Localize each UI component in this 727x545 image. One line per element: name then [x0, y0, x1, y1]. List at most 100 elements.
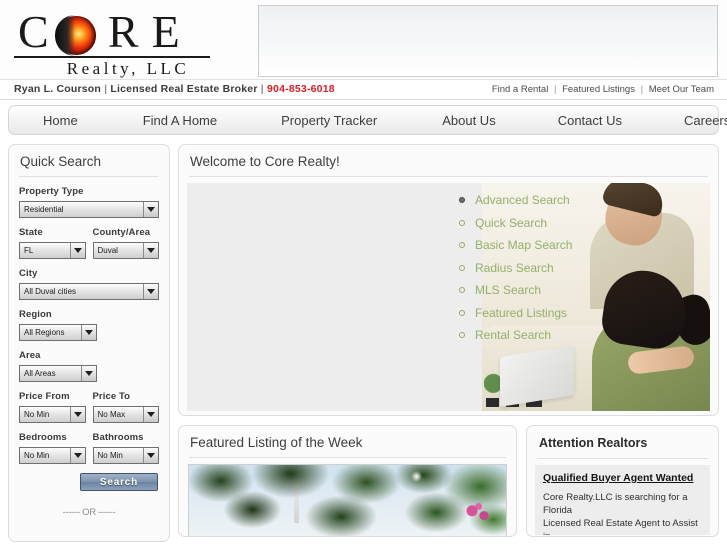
util-link-find-a-rental[interactable]: Find a Rental [489, 84, 552, 95]
field-row-rooms: Bedrooms No Min Bathrooms No Min [19, 432, 159, 464]
select-state[interactable]: FL [19, 242, 86, 259]
search-link-item[interactable]: MLS Search [459, 283, 572, 297]
link-advanced-search[interactable]: Advanced Search [475, 193, 570, 207]
attention-realtors-title: Attention Realtors [539, 436, 648, 450]
main-column: Welcome to Core Realty! Advanced Search … [178, 144, 719, 542]
select-county[interactable]: Duval [92, 242, 159, 259]
chevron-down-icon[interactable] [81, 325, 96, 340]
util-separator-1: | [553, 84, 557, 95]
select-bedrooms[interactable]: No Min [19, 447, 86, 464]
select-bathrooms[interactable]: No Min [92, 447, 159, 464]
field-area: Area All Areas [19, 350, 159, 382]
label-region: Region [19, 309, 52, 320]
bullet-icon [459, 309, 465, 316]
search-link-item[interactable]: Rental Search [459, 328, 572, 342]
select-price-to-value: No Max [97, 410, 126, 419]
label-bathrooms: Bathrooms [92, 432, 144, 443]
featured-listing-photo[interactable] [188, 464, 507, 536]
hero-person-woman [582, 265, 710, 411]
search-link-item[interactable]: Radius Search [459, 261, 572, 275]
link-basic-map-search[interactable]: Basic Map Search [475, 238, 572, 252]
chevron-down-icon[interactable] [69, 448, 85, 463]
link-quick-search[interactable]: Quick Search [475, 216, 547, 230]
link-radius-search[interactable]: Radius Search [475, 261, 554, 275]
select-price-from[interactable]: No Min [19, 406, 86, 423]
logo-subtitle: Realty, LLC [66, 59, 190, 78]
site-logo[interactable]: CORE Realty, LLC [14, 6, 214, 82]
field-row-state-county: State FL County/Area Duval [19, 227, 159, 259]
search-link-item[interactable]: Basic Map Search [459, 238, 572, 252]
select-area[interactable]: All Areas [19, 365, 97, 382]
select-bedrooms-value: No Min [24, 451, 50, 460]
broker-separator-1: | [104, 83, 108, 95]
logo-letter-e: E [151, 6, 193, 57]
chevron-down-icon[interactable] [81, 366, 96, 381]
featured-photo-sunspot [410, 470, 422, 482]
field-county: County/Area Duval [92, 227, 159, 259]
nav-item-about-us[interactable]: About Us [436, 113, 501, 128]
bullet-icon [459, 197, 465, 203]
realtors-body-line-1: Core Realty.LLC is searching for a Flori… [543, 492, 688, 516]
broker-bar: Ryan L. Courson | Licensed Real Estate B… [0, 80, 727, 100]
chevron-down-icon[interactable] [143, 243, 158, 258]
search-link-item[interactable]: Quick Search [459, 216, 572, 230]
search-button-row: Search [19, 473, 159, 491]
link-featured-listings[interactable]: Featured Listings [475, 306, 567, 320]
chevron-down-icon[interactable] [143, 448, 158, 463]
select-region[interactable]: All Regions [19, 324, 97, 341]
label-bedrooms: Bedrooms [19, 432, 67, 443]
broker-separator-2: | [260, 83, 264, 95]
or-divider: ------ OR ------ [62, 507, 116, 518]
link-rental-search[interactable]: Rental Search [475, 328, 551, 342]
nav-item-careers[interactable]: Careers [678, 113, 727, 128]
search-button[interactable]: Search [80, 473, 158, 491]
label-property-type: Property Type [19, 186, 84, 197]
select-price-from-value: No Min [24, 410, 50, 419]
label-county: County/Area [92, 227, 151, 238]
broker-info: Ryan L. Courson | Licensed Real Estate B… [14, 83, 335, 95]
chevron-down-icon[interactable] [143, 202, 158, 217]
util-separator-2: | [640, 84, 644, 95]
featured-photo-canopy [189, 465, 506, 536]
select-price-to[interactable]: No Max [92, 406, 159, 423]
broker-phone[interactable]: 904-853-6018 [267, 83, 335, 95]
nav-item-find-a-home[interactable]: Find A Home [137, 113, 223, 128]
nav-item-contact-us[interactable]: Contact Us [552, 113, 628, 128]
realtors-divider [537, 458, 708, 459]
bullet-icon [459, 219, 465, 226]
bullet-icon [459, 332, 465, 338]
select-county-value: Duval [97, 246, 118, 255]
util-link-meet-our-team[interactable]: Meet Our Team [646, 84, 717, 95]
welcome-title: Welcome to Core Realty! [190, 154, 340, 169]
search-link-item[interactable]: Advanced Search [459, 193, 572, 207]
select-city[interactable]: All Duval cities [19, 283, 159, 300]
utility-links: Find a Rental | Featured Listings | Meet… [489, 84, 717, 95]
attention-realtors-body: Qualified Buyer Agent Wanted Core Realty… [535, 465, 710, 535]
nav-item-property-tracker[interactable]: Property Tracker [275, 113, 383, 128]
featured-listing-panel: Featured Listing of the Week [178, 425, 517, 537]
bullet-icon [459, 287, 465, 293]
qualified-buyer-agent-heading[interactable]: Qualified Buyer Agent Wanted [543, 472, 702, 484]
field-region: Region All Regions [19, 309, 159, 341]
logo-letter-r: R [107, 6, 152, 57]
util-link-featured-listings[interactable]: Featured Listings [559, 84, 638, 95]
field-bedrooms: Bedrooms No Min [19, 432, 86, 464]
select-bathrooms-value: No Min [97, 451, 123, 460]
quick-search-title: Quick Search [20, 154, 102, 169]
chevron-down-icon[interactable] [69, 243, 85, 258]
label-area: Area [19, 350, 41, 361]
quick-search-sidebar: Quick Search Property Type Residential S… [8, 144, 170, 542]
nav-item-home[interactable]: Home [37, 113, 84, 128]
chevron-down-icon[interactable] [143, 284, 158, 299]
bottom-row: Featured Listing of the Week Attention R… [178, 425, 719, 537]
chevron-down-icon[interactable] [143, 407, 158, 422]
bullet-icon [459, 242, 465, 248]
chevron-down-icon[interactable] [69, 407, 85, 422]
search-link-item[interactable]: Featured Listings [459, 306, 572, 320]
field-price-from: Price From No Min [19, 391, 86, 423]
select-property-type[interactable]: Residential [19, 201, 159, 218]
welcome-panel: Welcome to Core Realty! Advanced Search … [178, 144, 719, 416]
link-mls-search[interactable]: MLS Search [475, 283, 541, 297]
site-header: CORE Realty, LLC [0, 0, 727, 82]
bullet-icon [459, 264, 465, 271]
